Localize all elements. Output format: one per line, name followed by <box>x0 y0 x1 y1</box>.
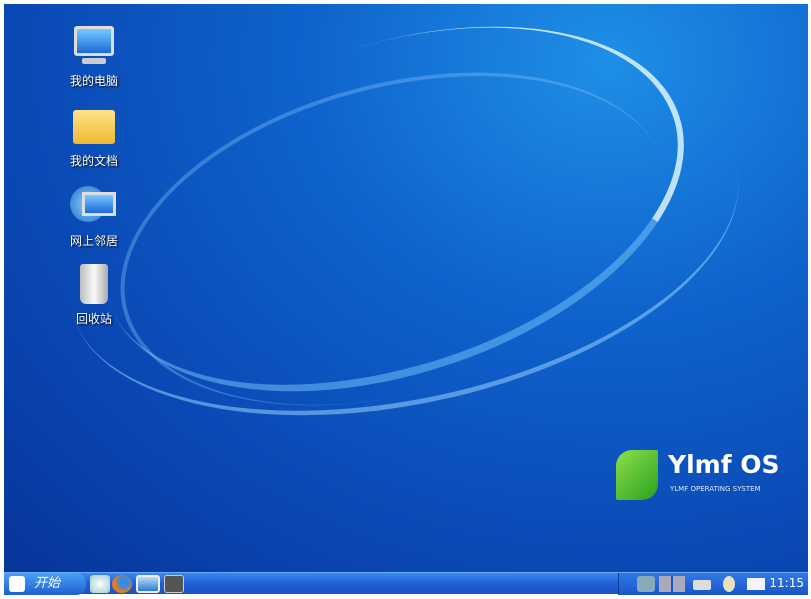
drive-icon[interactable] <box>693 580 711 590</box>
show-desktop-icon[interactable] <box>90 575 110 593</box>
computer-icon <box>70 24 118 68</box>
firefox-icon[interactable] <box>112 575 132 593</box>
taskbar: 开始 11:15 <box>4 572 808 595</box>
icon-label: 我的文档 <box>69 154 118 168</box>
clock[interactable]: 11:15 <box>769 576 804 590</box>
desktop-icon-recycle-bin[interactable]: 回收站 <box>54 262 134 327</box>
terminal-icon[interactable] <box>164 575 184 593</box>
volume-icon[interactable] <box>723 576 735 592</box>
network-status-icon[interactable] <box>637 576 655 592</box>
desktop-icon-my-computer[interactable]: 我的电脑 <box>54 24 134 89</box>
start-logo-icon <box>9 576 25 592</box>
icon-label: 网上邻居 <box>69 234 118 248</box>
workspace-switcher[interactable] <box>659 576 685 592</box>
ylmf-leaf-icon <box>616 450 658 500</box>
recycle-bin-icon <box>70 262 118 306</box>
start-button[interactable]: 开始 <box>4 573 86 595</box>
desktop-icon-network[interactable]: 网上邻居 <box>54 184 134 249</box>
desktop-icon-my-documents[interactable]: 我的文档 <box>54 104 134 169</box>
mail-icon[interactable] <box>747 578 765 590</box>
icon-label: 我的电脑 <box>69 74 118 88</box>
start-label: 开始 <box>34 576 61 591</box>
system-tray: 11:15 <box>618 573 808 595</box>
logo-title: Ylmf OS <box>668 450 780 479</box>
folder-icon <box>70 104 118 148</box>
monitor-icon[interactable] <box>136 575 160 593</box>
logo-subtitle: YLMF OPERATING SYSTEM <box>670 485 761 493</box>
icon-label: 回收站 <box>75 312 112 326</box>
ylmf-logo: Ylmf OS YLMF OPERATING SYSTEM <box>616 448 806 504</box>
desktop: 我的电脑 我的文档 网上邻居 回收站 Ylmf OS YLMF OPERATIN… <box>4 4 808 572</box>
network-icon <box>70 184 118 228</box>
